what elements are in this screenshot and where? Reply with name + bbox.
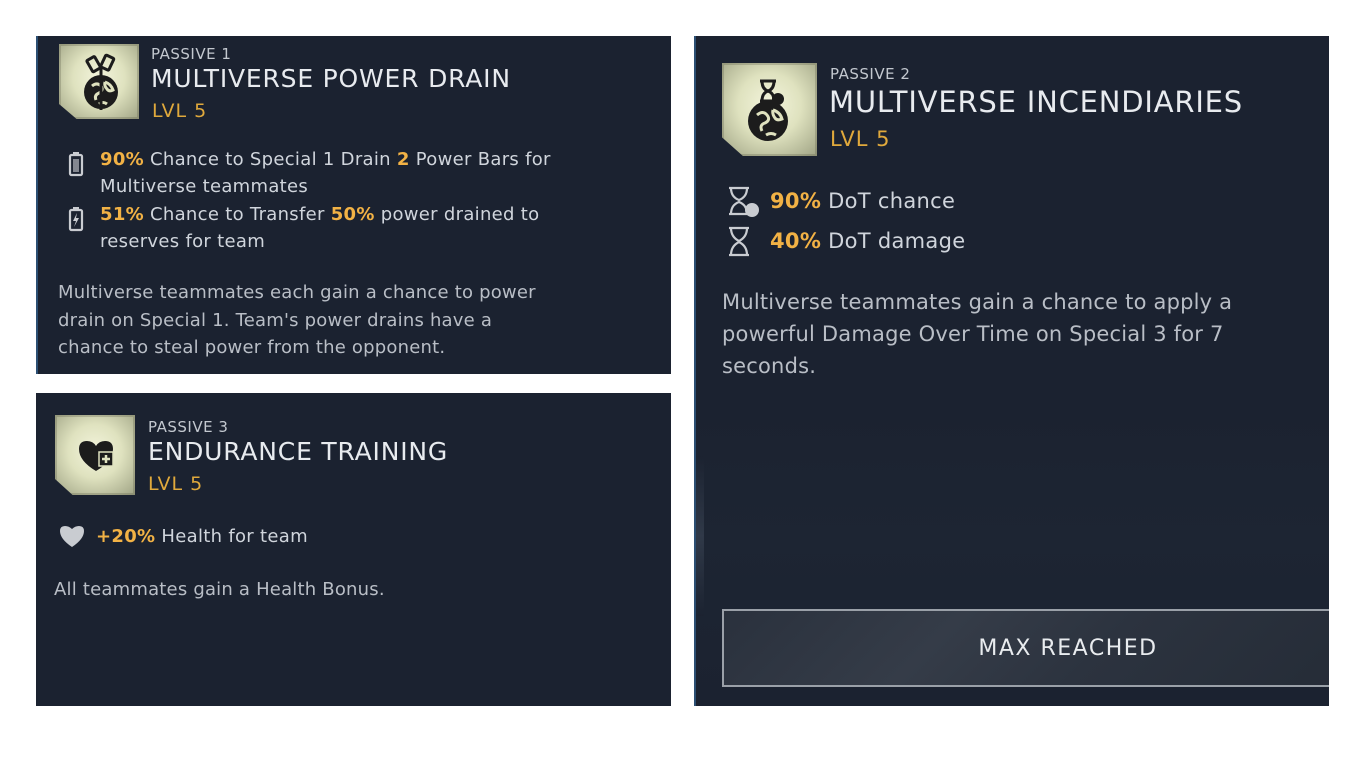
passive-level: LVL 5 bbox=[148, 473, 204, 495]
stat-power-transfer: 51% Chance to Transfer 50% power drained… bbox=[100, 204, 540, 252]
passive-title: ENDURANCE TRAINING bbox=[148, 437, 449, 466]
passive-description: Multiverse teammates each gain a chance … bbox=[58, 282, 536, 358]
passive-label: PASSIVE 3 bbox=[148, 418, 229, 436]
passive-description: All teammates gain a Health Bonus. bbox=[54, 579, 385, 600]
passive-label: PASSIVE 2 bbox=[830, 65, 911, 83]
max-reached-button[interactable]: MAX REACHED bbox=[722, 609, 1329, 687]
passive-description: Multiverse teammates gain a chance to ap… bbox=[722, 290, 1233, 378]
globe-power-drain-icon bbox=[84, 53, 118, 110]
hourglass-chance-icon bbox=[729, 186, 759, 217]
passive-title: MULTIVERSE POWER DRAIN bbox=[151, 64, 511, 93]
panel-edge-decoration bbox=[696, 456, 704, 616]
hourglass-icon bbox=[729, 226, 749, 257]
battery-charge-icon bbox=[68, 207, 84, 232]
passive-2-card: PASSIVE 2 MULTIVERSE INCENDIARIES LVL 5 … bbox=[694, 36, 1329, 706]
passive-2-badge bbox=[722, 63, 817, 156]
passive-1-badge bbox=[59, 44, 139, 119]
passive-3-badge bbox=[55, 415, 135, 495]
heart-icon bbox=[60, 526, 84, 547]
max-reached-label: MAX REACHED bbox=[978, 635, 1158, 661]
passive-label: PASSIVE 1 bbox=[151, 45, 232, 63]
passive-1-card: PASSIVE 1 MULTIVERSE POWER DRAIN LVL 5 9… bbox=[36, 36, 671, 374]
stat-power-drain: 90% Chance to Special 1 Drain 2 Power Ba… bbox=[100, 149, 551, 197]
passive-level: LVL 5 bbox=[152, 100, 208, 122]
passive-level: LVL 5 bbox=[830, 127, 891, 151]
battery-icon bbox=[68, 152, 84, 177]
passive-title: MULTIVERSE INCENDIARIES bbox=[829, 85, 1244, 119]
stat-health: +20% Health for team bbox=[96, 526, 308, 547]
heart-plus-icon bbox=[79, 441, 114, 471]
stat-dot-damage: 40% DoT damage bbox=[770, 229, 966, 253]
passive-3-card: PASSIVE 3 ENDURANCE TRAINING LVL 5 +20% … bbox=[36, 393, 671, 706]
globe-hourglass-icon bbox=[748, 79, 788, 141]
stat-dot-chance: 90% DoT chance bbox=[770, 189, 956, 213]
